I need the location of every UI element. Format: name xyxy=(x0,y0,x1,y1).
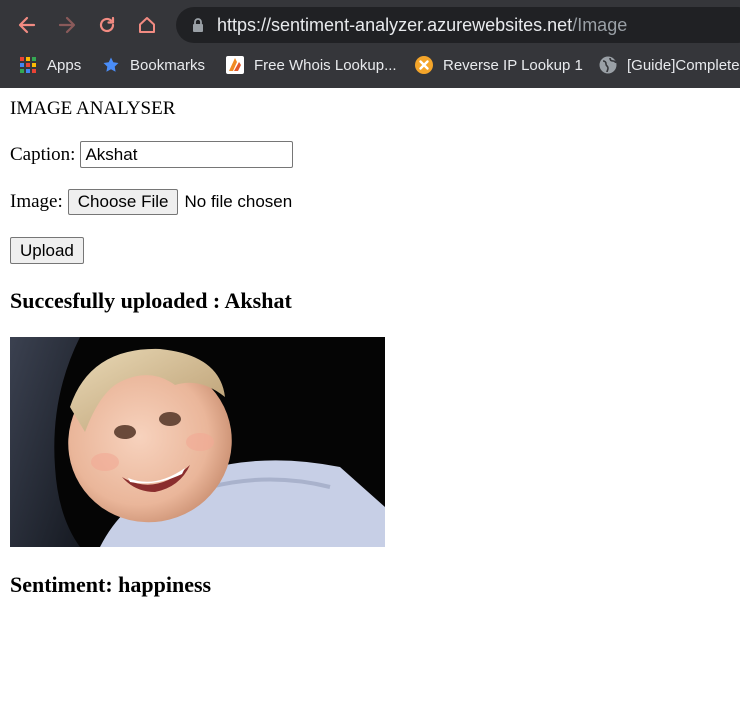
whois-site-icon xyxy=(225,55,245,75)
browser-toolbar: https://sentiment-analyzer.azurewebsites… xyxy=(0,0,740,50)
caption-label: Caption: xyxy=(10,143,76,165)
bookmark-label: [Guide]Complete xyxy=(627,56,740,74)
lock-icon xyxy=(193,18,203,32)
bookmarks-bar: Apps Bookmarks Free Whois Lookup... Reve… xyxy=(0,50,740,88)
forward-button[interactable] xyxy=(54,12,80,38)
url-path: /Image xyxy=(572,15,628,35)
image-row: Image: Choose File No file chosen xyxy=(10,189,292,215)
uploaded-photo xyxy=(10,337,385,547)
bookmark-whois[interactable]: Free Whois Lookup... xyxy=(225,50,397,80)
back-button[interactable] xyxy=(14,12,40,38)
forward-arrow-icon xyxy=(58,16,76,34)
page-content: IMAGE ANALYSER Caption: Image: Choose Fi… xyxy=(0,88,740,711)
upload-success-message: Succesfully uploaded : Akshat xyxy=(10,288,292,313)
globe-icon xyxy=(598,55,618,75)
star-icon xyxy=(101,55,121,75)
file-status-text: No file chosen xyxy=(184,192,293,211)
address-url: https://sentiment-analyzer.azurewebsites… xyxy=(217,13,627,37)
apps-grid-icon xyxy=(18,55,38,75)
home-icon xyxy=(139,17,155,33)
caption-input[interactable] xyxy=(80,141,294,168)
bookmark-bookmarks[interactable]: Bookmarks xyxy=(101,50,205,80)
caption-row: Caption: xyxy=(10,141,294,168)
child-photo-illustration xyxy=(10,337,385,547)
bookmark-label: Apps xyxy=(47,56,82,74)
page-title: IMAGE ANALYSER xyxy=(10,98,176,119)
reload-button[interactable] xyxy=(94,12,120,38)
bookmark-label: Reverse IP Lookup 1 xyxy=(443,56,583,74)
reverse-ip-site-icon xyxy=(414,55,434,75)
bookmark-apps[interactable]: Apps xyxy=(18,50,81,80)
bookmark-reverse-ip[interactable]: Reverse IP Lookup 1 xyxy=(414,50,583,80)
bookmark-guide[interactable]: [Guide]Complete xyxy=(598,50,740,80)
choose-file-button[interactable]: Choose File xyxy=(67,189,179,215)
sentiment-result: Sentiment: happiness xyxy=(10,572,212,597)
back-arrow-icon xyxy=(18,16,36,34)
upload-button[interactable]: Upload xyxy=(10,237,84,264)
url-domain: https://sentiment-analyzer.azurewebsites… xyxy=(217,15,573,35)
address-bar[interactable]: https://sentiment-analyzer.azurewebsites… xyxy=(176,7,740,43)
reload-icon xyxy=(99,16,115,33)
bookmark-label: Bookmarks xyxy=(130,56,206,74)
bookmark-label: Free Whois Lookup... xyxy=(254,56,397,74)
home-button[interactable] xyxy=(134,12,160,38)
image-label: Image: xyxy=(10,191,63,212)
browser-chrome: https://sentiment-analyzer.azurewebsites… xyxy=(0,0,740,88)
